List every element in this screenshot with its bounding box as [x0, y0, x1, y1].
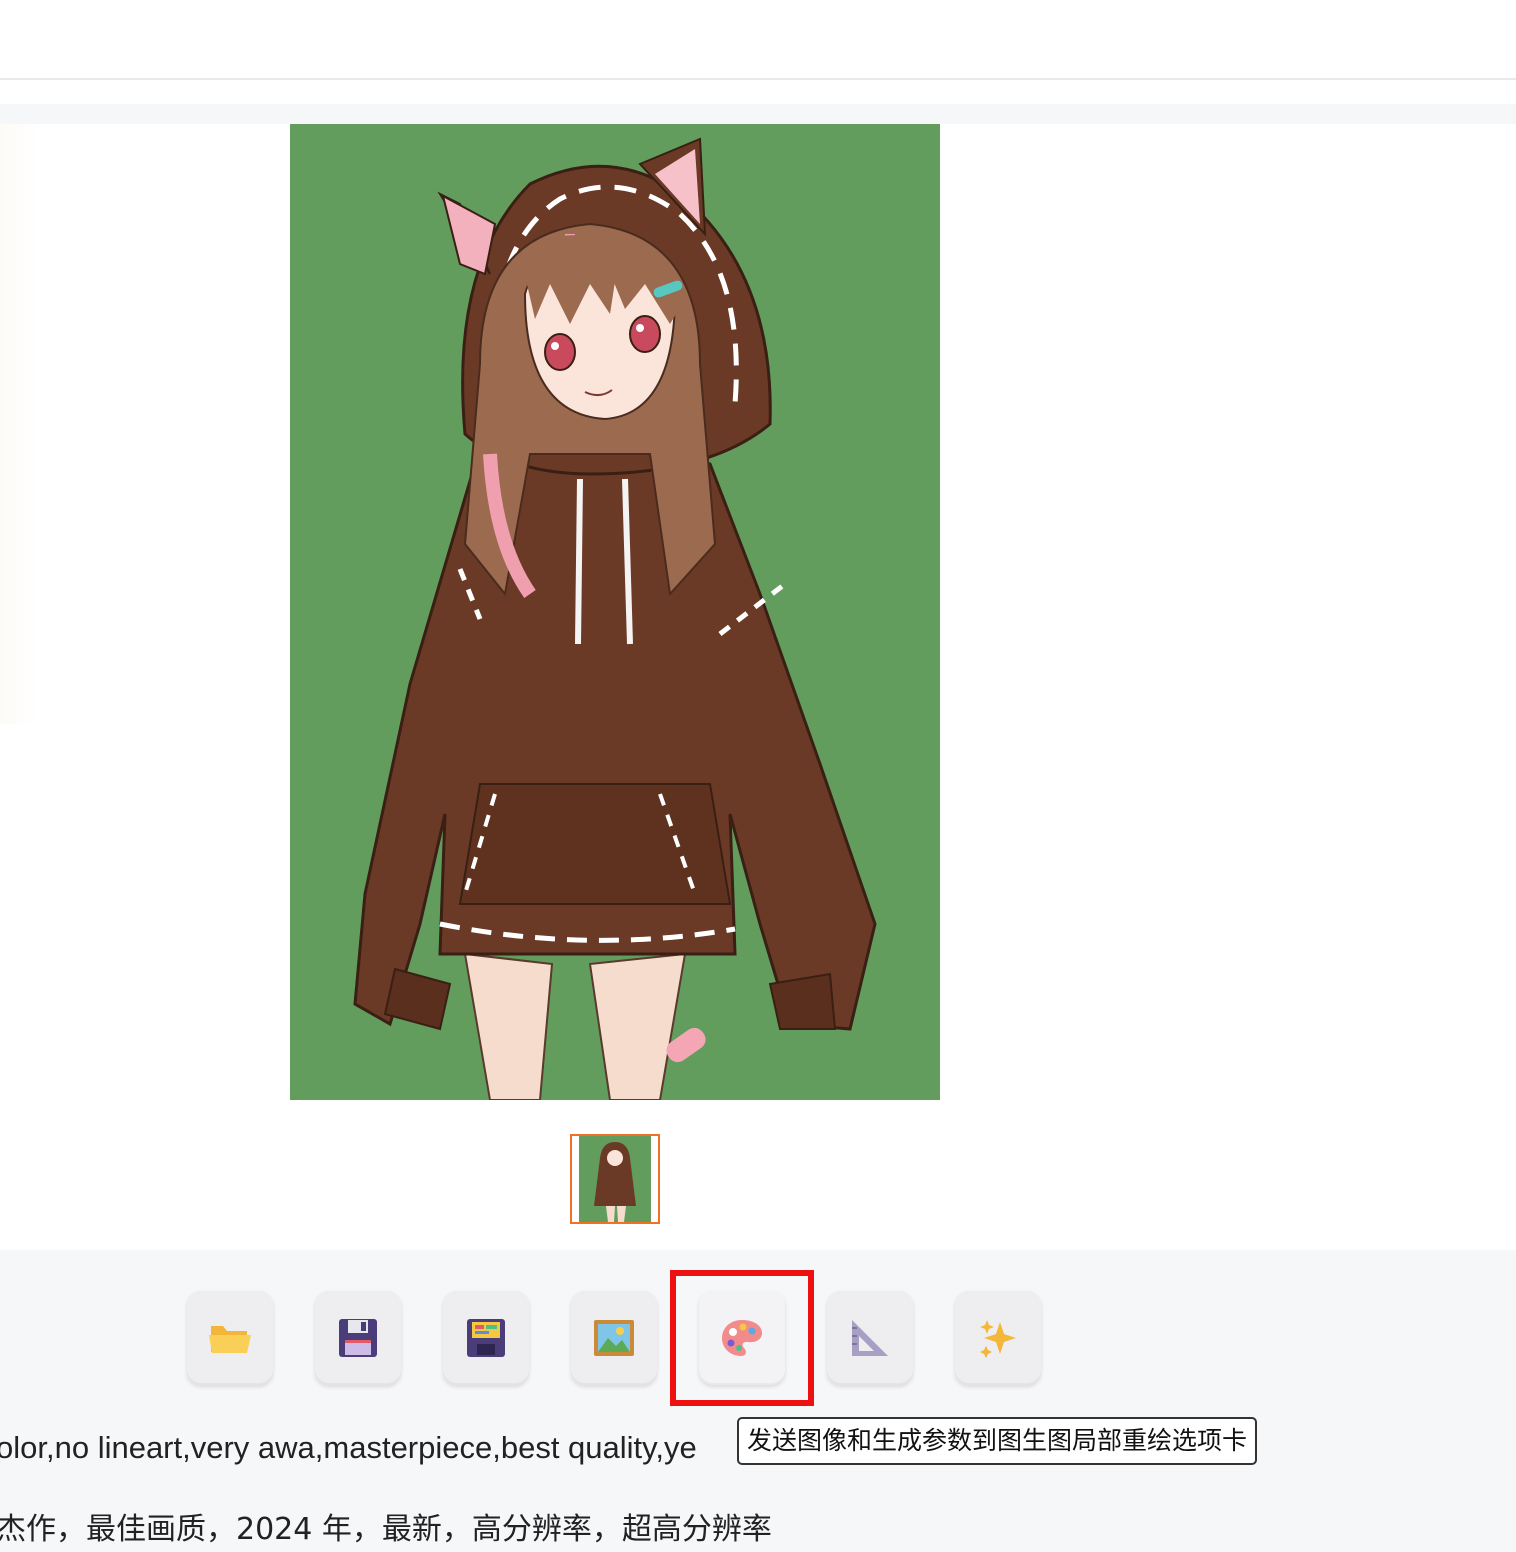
save-zip-floppy-icon — [467, 1319, 505, 1357]
prompt-text-chinese: 杰作，最佳画质，2024 年，最新，高分辨率，超高分辨率 — [0, 1512, 772, 1547]
button-tooltip: 发送图像和生成参数到图生图局部重绘选项卡 — [737, 1417, 1258, 1465]
save-button[interactable] — [315, 1291, 401, 1385]
save-floppy-icon — [339, 1319, 377, 1357]
prompt-text-english: olor,no lineart,very awa,masterpiece,bes… — [0, 1430, 697, 1465]
picture-icon — [594, 1320, 634, 1356]
send-to-img2img-button[interactable] — [571, 1291, 657, 1385]
triangular-ruler-icon — [852, 1320, 888, 1356]
gallery-header-strip — [0, 104, 1516, 124]
thumbnail-preview — [572, 1136, 658, 1222]
folder-icon — [209, 1326, 251, 1353]
generate-variation-button[interactable] — [955, 1291, 1041, 1385]
open-folder-button[interactable] — [187, 1291, 273, 1385]
left-panel-edge — [0, 124, 40, 724]
save-zip-button[interactable] — [443, 1291, 529, 1385]
palette-icon — [722, 1320, 762, 1356]
gallery-thumbnail[interactable] — [570, 1134, 660, 1224]
send-to-extras-button[interactable] — [827, 1291, 913, 1385]
send-to-inpaint-button[interactable] — [699, 1291, 785, 1385]
sparkles-icon — [980, 1320, 1016, 1358]
generated-image[interactable] — [290, 124, 940, 1100]
anime-girl-illustration — [290, 124, 940, 1100]
top-bar — [0, 0, 1516, 80]
